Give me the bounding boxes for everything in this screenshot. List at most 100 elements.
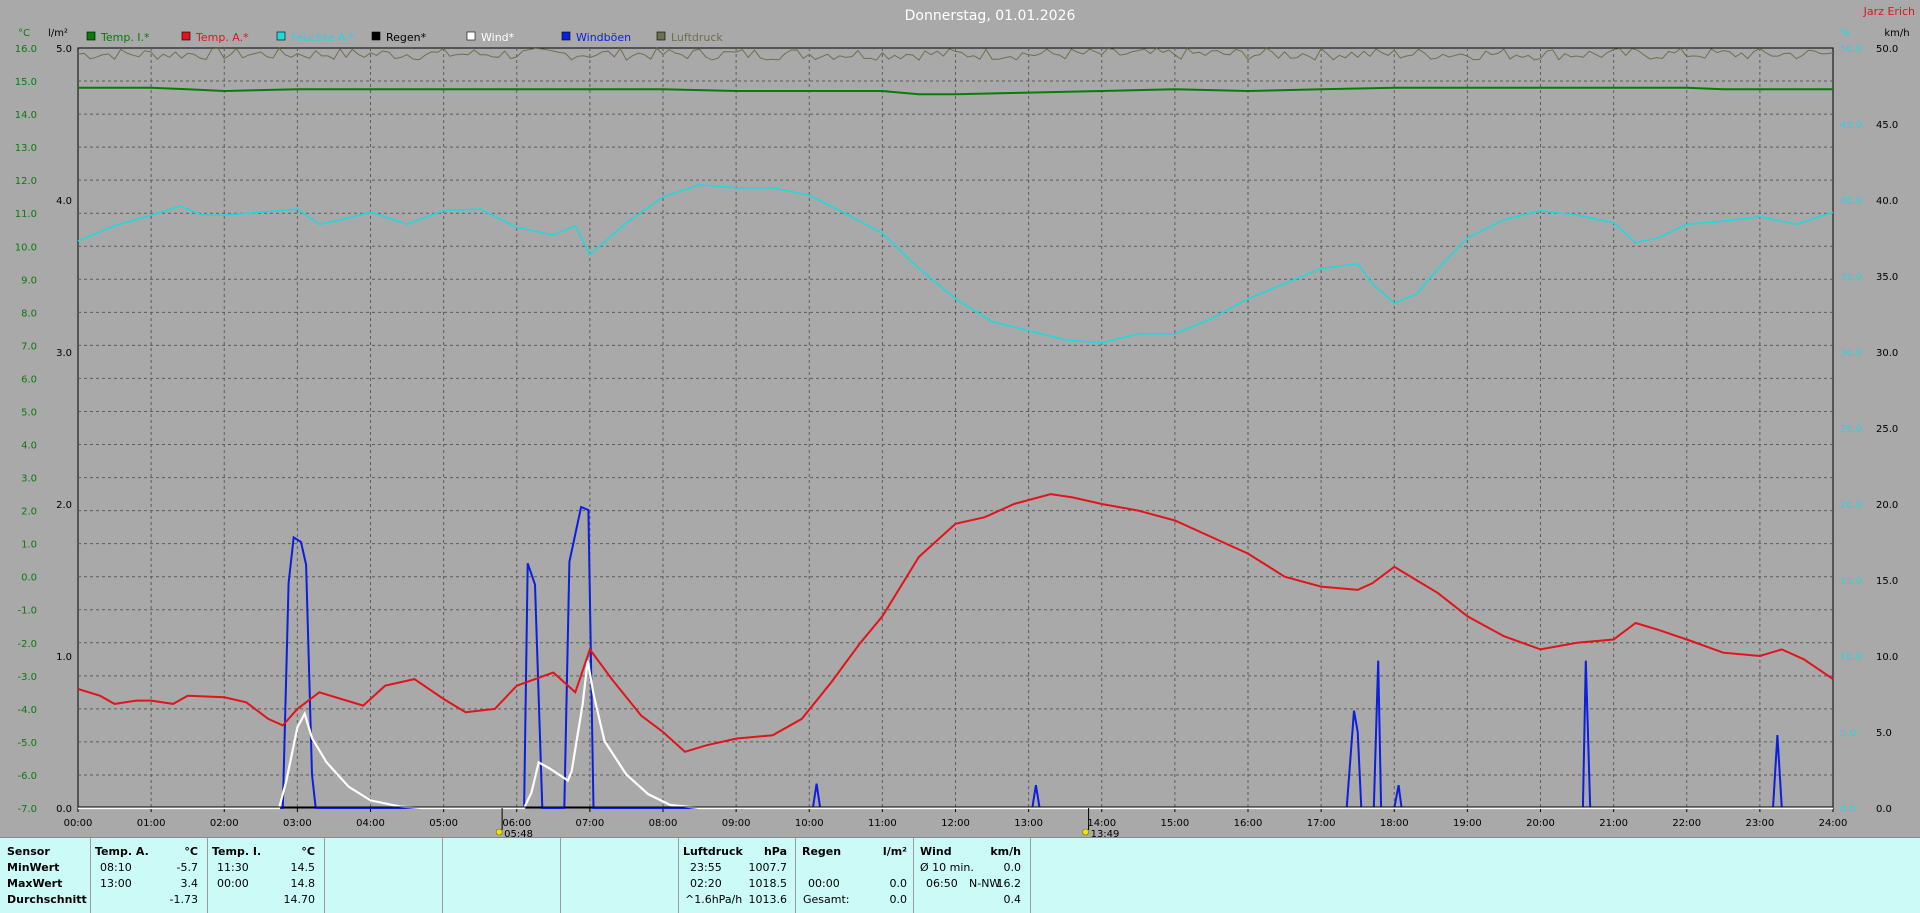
legend-swatch (86, 31, 96, 41)
rain-tick-label: 3.0 (56, 348, 72, 359)
temp-tick-label: 3.0 (21, 474, 37, 485)
temp-tick-label: 15.0 (15, 77, 37, 88)
humidity-tick-label: 0.0 (1840, 804, 1856, 815)
legend-entry: Feuchte A.* (291, 31, 355, 44)
pressure-max-time: 02:20 (690, 877, 722, 890)
temp-i-avg: 14.70 (283, 893, 316, 906)
sunset-icon (1082, 828, 1089, 836)
temp-unit-label: °C (18, 28, 30, 39)
temp-i-min-value: 14.5 (290, 861, 316, 874)
wind-tick-label: 10.0 (1876, 652, 1898, 663)
left-axis-ticks: -7.0 -6.0 -5.0 -4.0 -3.0 -2.0 -1.0 0.0 1.0 2.0 3.0… (15, 44, 37, 815)
sunset-label: 13:49 (1091, 829, 1120, 837)
legend-entry: Wind* (481, 31, 515, 44)
humidity-tick-label: 10.0 (1840, 652, 1862, 663)
empty-column (442, 838, 561, 913)
x-tick-label: 13:00 (1014, 818, 1043, 829)
x-tick-label: 09:00 (722, 818, 751, 829)
rain-unit-label: l/m² (48, 28, 68, 39)
temp-i-max-value: 14.8 (290, 877, 316, 890)
x-tick-label: 23:00 (1745, 818, 1774, 829)
legend: Temp. I.* Temp. A.* Feuchte A.* Regen* Wind*… (86, 31, 723, 44)
temp-tick-label: 10.0 (15, 242, 37, 253)
rain-total-label: Gesamt: (803, 893, 850, 906)
temp-a-column: Temp. A. °C 08:10 -5.7 13:00 3.4 -1.73 (90, 838, 208, 913)
humidity-tick-label: 45.0 (1840, 120, 1862, 131)
rain-tick-label: 4.0 (56, 196, 72, 207)
wind-tick-label: 50.0 (1876, 44, 1898, 55)
rain-column: Regen l/m² 00:00 0.0 Gesamt: 0.0 (795, 838, 914, 913)
pressure-unit: hPa (763, 845, 787, 858)
pressure-min-time: 23:55 (690, 861, 722, 874)
x-tick-label: 07:00 (575, 818, 604, 829)
rain-total-value: 0.0 (889, 893, 908, 906)
empty-column (560, 838, 679, 913)
sensor-column: Sensor MinWert MaxWert Durchschnitt (0, 838, 91, 913)
x-tick-label: 15:00 (1160, 818, 1189, 829)
row-label-min: MinWert (7, 861, 60, 874)
rain-unit: l/m² (882, 845, 907, 858)
pressure-title: Luftdruck (683, 845, 743, 858)
humidity-unit-label: % (1840, 28, 1850, 39)
x-tick-label: 12:00 (941, 818, 970, 829)
rain-max-time: 00:00 (808, 877, 840, 890)
wind-avg-label: Ø 10 min. (920, 861, 974, 874)
temp-tick-label: -3.0 (17, 672, 37, 683)
pressure-trend-value: 1013.6 (748, 893, 788, 906)
pressure-column: Luftdruck hPa 23:55 1007.7 02:20 1018.5 … (678, 838, 796, 913)
temp-i-min-time: 11:30 (217, 861, 249, 874)
wind-unit: km/h (990, 845, 1021, 858)
temp-i-unit: °C (301, 845, 315, 858)
wind-tick-label: 30.0 (1876, 348, 1898, 359)
wind-tick-label: 40.0 (1876, 196, 1898, 207)
legend-swatch (466, 31, 476, 41)
statistics-panel: Sensor MinWert MaxWert Durchschnitt Temp… (0, 837, 1920, 913)
temp-tick-label: 4.0 (21, 441, 37, 452)
wind-max-time: 06:50 (926, 877, 958, 890)
temp-a-max-value: 3.4 (180, 877, 199, 890)
wind-mean-value: 0.4 (1003, 893, 1022, 906)
rain-tick-label: 0.0 (56, 804, 72, 815)
humidity-tick-label: 5.0 (1840, 728, 1856, 739)
x-tick-label: 17:00 (1307, 818, 1336, 829)
wind-column: Wind km/h Ø 10 min. 0.0 06:50 N-NW 16.2 … (913, 838, 1031, 913)
temp-tick-label: 11.0 (15, 209, 37, 220)
temp-i-title: Temp. I. (212, 845, 262, 858)
legend-entry: Temp. I.* (100, 31, 150, 44)
temp-tick-label: 2.0 (21, 507, 37, 518)
x-tick-label: 18:00 (1380, 818, 1409, 829)
x-tick-label: 16:00 (1234, 818, 1263, 829)
temp-i-column: Temp. I. °C 11:30 14.5 00:00 14.8 14.70 (207, 838, 325, 913)
humidity-tick-label: 40.0 (1840, 196, 1862, 207)
x-tick-label: 04:00 (356, 818, 385, 829)
x-tick-label: 02:00 (210, 818, 239, 829)
x-tick-label: 10:00 (795, 818, 824, 829)
humidity-tick-label: 35.0 (1840, 272, 1862, 283)
rain-title: Regen (802, 845, 842, 858)
sunrise-icon (495, 828, 503, 836)
temp-tick-label: -2.0 (17, 639, 37, 650)
temp-tick-label: 14.0 (15, 110, 37, 121)
temp-tick-label: 1.0 (21, 540, 37, 551)
legend-entry: Luftdruck (671, 31, 723, 44)
rain-tick-label: 1.0 (56, 652, 72, 663)
temp-tick-label: 6.0 (21, 374, 37, 385)
temp-tick-label: 13.0 (15, 143, 37, 154)
legend-entry: Regen* (386, 31, 427, 44)
x-tick-label: 21:00 (1599, 818, 1628, 829)
legend-entry: Temp. A.* (195, 31, 249, 44)
x-tick-label: 06:00 (502, 818, 531, 829)
rain-tick-label: 2.0 (56, 500, 72, 511)
temp-tick-label: 5.0 (21, 407, 37, 418)
wind-avg-value: 0.0 (1003, 861, 1022, 874)
empty-column (324, 838, 443, 913)
wind-tick-label: 45.0 (1876, 120, 1898, 131)
wind-tick-label: 20.0 (1876, 500, 1898, 511)
x-tick-label: 20:00 (1526, 818, 1555, 829)
temp-tick-label: 9.0 (21, 275, 37, 286)
sunrise-label: 05:48 (504, 829, 533, 837)
temp-tick-label: 8.0 (21, 308, 37, 319)
humidity-tick-label: 50.0 (1840, 44, 1862, 55)
row-label-max: MaxWert (7, 877, 63, 890)
legend-swatch (656, 31, 666, 41)
